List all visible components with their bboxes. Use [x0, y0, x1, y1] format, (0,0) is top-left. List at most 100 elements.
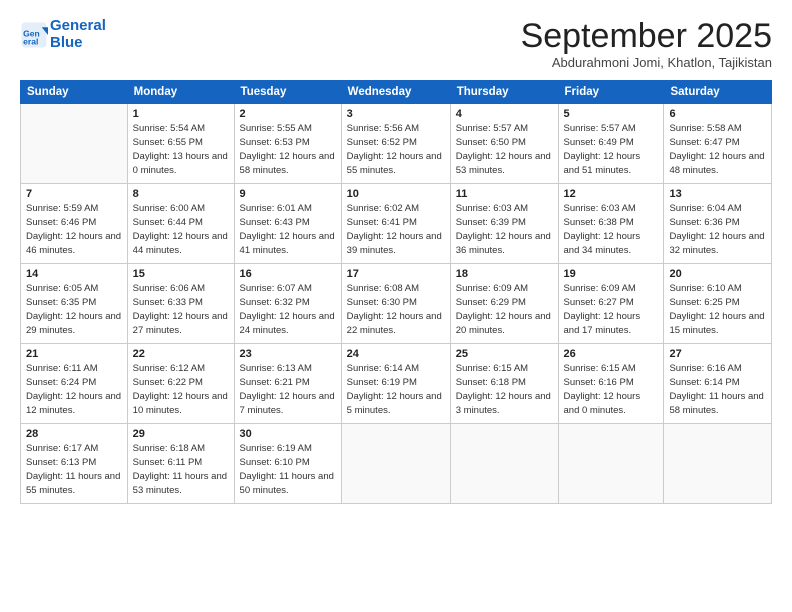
header-tuesday: Tuesday: [234, 81, 341, 104]
header-sunday: Sunday: [21, 81, 128, 104]
calendar-day-cell: 26 Sunrise: 6:15 AM Sunset: 6:16 PM Dayli…: [558, 344, 664, 424]
logo-line2: Blue: [50, 34, 83, 51]
calendar-day-cell: 8 Sunrise: 6:00 AM Sunset: 6:44 PM Daylig…: [127, 184, 234, 264]
day-info: Sunrise: 6:10 AM Sunset: 6:25 PM Dayligh…: [669, 282, 766, 337]
header-wednesday: Wednesday: [341, 81, 450, 104]
day-number: 17: [347, 268, 445, 280]
day-number: 26: [564, 348, 659, 360]
day-info: Sunrise: 6:15 AM Sunset: 6:16 PM Dayligh…: [564, 362, 659, 417]
title-block: September 2025 Abdurahmoni Jomi, Khatlon…: [521, 18, 772, 70]
calendar-day-cell: 23Sunrise: 6:13 AM Sunset: 6:21 PM Dayli…: [234, 344, 341, 424]
day-info: Sunrise: 6:08 AM Sunset: 6:30 PM Dayligh…: [347, 282, 445, 337]
day-number: 13: [669, 188, 766, 200]
day-number: 1: [133, 108, 229, 120]
calendar-day-cell: [558, 424, 664, 504]
calendar-day-cell: 27 Sunrise: 6:16 AM Sunset: 6:14 PM Dayli…: [664, 344, 772, 424]
svg-text:eral: eral: [23, 36, 38, 46]
calendar-day-cell: 2Sunrise: 5:55 AM Sunset: 6:53 PM Daylig…: [234, 104, 341, 184]
day-info: Sunrise: 5:59 AM Sunset: 6:46 PM Dayligh…: [26, 202, 122, 257]
calendar-day-cell: 29 Sunrise: 6:18 AM Sunset: 6:11 PM Dayli…: [127, 424, 234, 504]
calendar-week-row: 28Sunrise: 6:17 AM Sunset: 6:13 PM Dayli…: [21, 424, 772, 504]
calendar-day-cell: 5 Sunrise: 5:57 AM Sunset: 6:49 PM Daylig…: [558, 104, 664, 184]
calendar-day-cell: 18 Sunrise: 6:09 AM Sunset: 6:29 PM Dayli…: [450, 264, 558, 344]
day-number: 30: [240, 428, 336, 440]
day-info: Sunrise: 6:12 AM Sunset: 6:22 PM Dayligh…: [133, 362, 229, 417]
day-number: 16: [240, 268, 336, 280]
weekday-header-row: Sunday Monday Tuesday Wednesday Thursday…: [21, 81, 772, 104]
day-info: Sunrise: 5:57 AM Sunset: 6:49 PM Dayligh…: [564, 122, 659, 177]
day-info: Sunrise: 6:11 AM Sunset: 6:24 PM Dayligh…: [26, 362, 122, 417]
day-info: Sunrise: 6:09 AM Sunset: 6:29 PM Dayligh…: [456, 282, 553, 337]
day-info: Sunrise: 6:16 AM Sunset: 6:14 PM Dayligh…: [669, 362, 766, 417]
day-number: 9: [240, 188, 336, 200]
logo: Gen eral General Blue: [20, 18, 106, 51]
day-number: 5: [564, 108, 659, 120]
calendar-day-cell: 19Sunrise: 6:09 AM Sunset: 6:27 PM Dayli…: [558, 264, 664, 344]
day-number: 2: [240, 108, 336, 120]
logo-icon: Gen eral: [20, 21, 48, 49]
day-number: 22: [133, 348, 229, 360]
day-info: Sunrise: 6:19 AM Sunset: 6:10 PM Dayligh…: [240, 442, 336, 497]
header-monday: Monday: [127, 81, 234, 104]
calendar-day-cell: 9 Sunrise: 6:01 AM Sunset: 6:43 PM Daylig…: [234, 184, 341, 264]
calendar-day-cell: [664, 424, 772, 504]
calendar-day-cell: 24Sunrise: 6:14 AM Sunset: 6:19 PM Dayli…: [341, 344, 450, 424]
calendar-day-cell: 1Sunrise: 5:54 AM Sunset: 6:55 PM Daylig…: [127, 104, 234, 184]
day-number: 11: [456, 188, 553, 200]
day-info: Sunrise: 6:01 AM Sunset: 6:43 PM Dayligh…: [240, 202, 336, 257]
day-number: 21: [26, 348, 122, 360]
calendar-day-cell: [341, 424, 450, 504]
day-number: 4: [456, 108, 553, 120]
day-number: 14: [26, 268, 122, 280]
calendar-day-cell: 10 Sunrise: 6:02 AM Sunset: 6:41 PM Dayli…: [341, 184, 450, 264]
day-number: 27: [669, 348, 766, 360]
day-info: Sunrise: 6:07 AM Sunset: 6:32 PM Dayligh…: [240, 282, 336, 337]
calendar-week-row: 1Sunrise: 5:54 AM Sunset: 6:55 PM Daylig…: [21, 104, 772, 184]
day-info: Sunrise: 6:15 AM Sunset: 6:18 PM Dayligh…: [456, 362, 553, 417]
calendar-day-cell: 12 Sunrise: 6:03 AM Sunset: 6:38 PM Dayli…: [558, 184, 664, 264]
calendar-day-cell: 17 Sunrise: 6:08 AM Sunset: 6:30 PM Dayli…: [341, 264, 450, 344]
calendar-day-cell: 20Sunrise: 6:10 AM Sunset: 6:25 PM Dayli…: [664, 264, 772, 344]
day-info: Sunrise: 6:03 AM Sunset: 6:38 PM Dayligh…: [564, 202, 659, 257]
day-number: 10: [347, 188, 445, 200]
calendar-day-cell: 11 Sunrise: 6:03 AM Sunset: 6:39 PM Dayli…: [450, 184, 558, 264]
calendar-day-cell: 6Sunrise: 5:58 AM Sunset: 6:47 PM Daylig…: [664, 104, 772, 184]
day-info: Sunrise: 6:05 AM Sunset: 6:35 PM Dayligh…: [26, 282, 122, 337]
calendar-day-cell: 7 Sunrise: 5:59 AM Sunset: 6:46 PM Daylig…: [21, 184, 128, 264]
day-number: 19: [564, 268, 659, 280]
day-number: 18: [456, 268, 553, 280]
day-number: 7: [26, 188, 122, 200]
calendar-day-cell: 22 Sunrise: 6:12 AM Sunset: 6:22 PM Dayli…: [127, 344, 234, 424]
calendar-day-cell: 30 Sunrise: 6:19 AM Sunset: 6:10 PM Dayli…: [234, 424, 341, 504]
day-number: 8: [133, 188, 229, 200]
day-number: 12: [564, 188, 659, 200]
logo-line1: General: [50, 17, 106, 34]
calendar-day-cell: 4Sunrise: 5:57 AM Sunset: 6:50 PM Daylig…: [450, 104, 558, 184]
day-number: 25: [456, 348, 553, 360]
day-info: Sunrise: 6:13 AM Sunset: 6:21 PM Dayligh…: [240, 362, 336, 417]
calendar-day-cell: 21 Sunrise: 6:11 AM Sunset: 6:24 PM Dayli…: [21, 344, 128, 424]
day-info: Sunrise: 5:56 AM Sunset: 6:52 PM Dayligh…: [347, 122, 445, 177]
day-number: 29: [133, 428, 229, 440]
day-number: 15: [133, 268, 229, 280]
calendar-day-cell: 15 Sunrise: 6:06 AM Sunset: 6:33 PM Dayli…: [127, 264, 234, 344]
calendar-day-cell: [450, 424, 558, 504]
calendar-day-cell: 3Sunrise: 5:56 AM Sunset: 6:52 PM Daylig…: [341, 104, 450, 184]
day-info: Sunrise: 6:06 AM Sunset: 6:33 PM Dayligh…: [133, 282, 229, 337]
calendar-week-row: 7 Sunrise: 5:59 AM Sunset: 6:46 PM Daylig…: [21, 184, 772, 264]
header-saturday: Saturday: [664, 81, 772, 104]
calendar-week-row: 14 Sunrise: 6:05 AM Sunset: 6:35 PM Dayli…: [21, 264, 772, 344]
day-number: 24: [347, 348, 445, 360]
day-info: Sunrise: 6:03 AM Sunset: 6:39 PM Dayligh…: [456, 202, 553, 257]
day-info: Sunrise: 5:58 AM Sunset: 6:47 PM Dayligh…: [669, 122, 766, 177]
day-info: Sunrise: 6:18 AM Sunset: 6:11 PM Dayligh…: [133, 442, 229, 497]
day-info: Sunrise: 6:04 AM Sunset: 6:36 PM Dayligh…: [669, 202, 766, 257]
day-info: Sunrise: 6:00 AM Sunset: 6:44 PM Dayligh…: [133, 202, 229, 257]
day-info: Sunrise: 6:02 AM Sunset: 6:41 PM Dayligh…: [347, 202, 445, 257]
page-header: Gen eral General Blue September 2025 Abd…: [20, 18, 772, 70]
location-subtitle: Abdurahmoni Jomi, Khatlon, Tajikistan: [521, 55, 772, 70]
month-title: September 2025: [521, 18, 772, 55]
calendar-table: Sunday Monday Tuesday Wednesday Thursday…: [20, 80, 772, 504]
calendar-day-cell: [21, 104, 128, 184]
day-number: 28: [26, 428, 122, 440]
